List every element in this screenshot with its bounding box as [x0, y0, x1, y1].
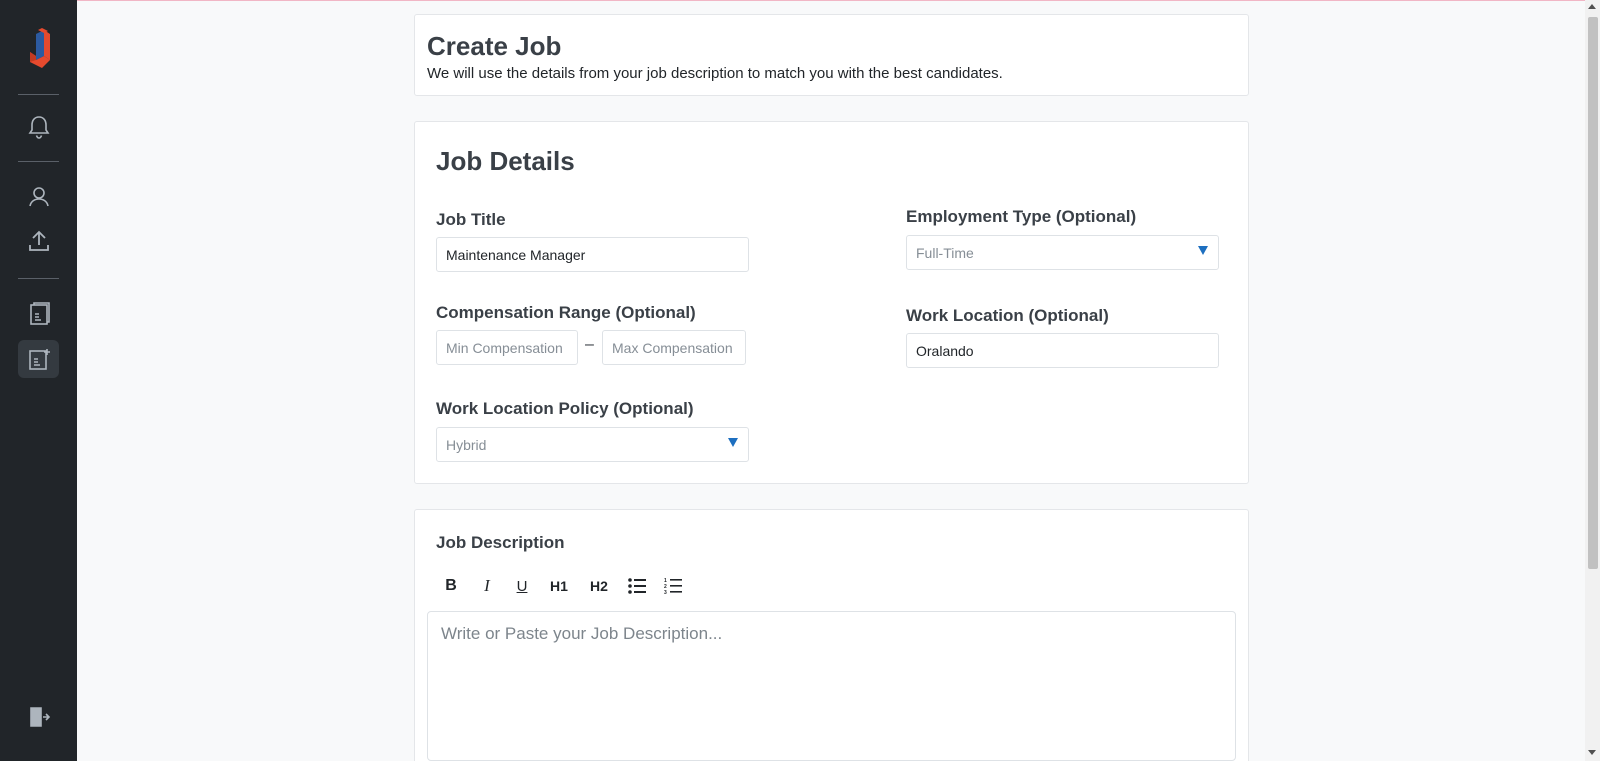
job-title-input[interactable]: Maintenance Manager	[436, 237, 749, 272]
work-location-policy-label: Work Location Policy (Optional)	[436, 399, 694, 418]
upload-icon	[28, 230, 49, 251]
heading1-button[interactable]: H1	[548, 575, 570, 597]
job-description-title: Job Description	[436, 533, 565, 552]
sidebar-item-candidates[interactable]	[18, 178, 59, 216]
numbered-list-button[interactable]: 1 2 3	[663, 575, 683, 597]
top-border	[0, 0, 1600, 1]
chevron-down-icon	[1198, 246, 1208, 255]
work-location-policy-select[interactable]: Hybrid	[436, 427, 749, 462]
work-location-input[interactable]: Oralando	[906, 333, 1219, 368]
employment-type-select[interactable]: Full-Time	[906, 235, 1219, 270]
compensation-range-label: Compensation Range (Optional)	[436, 303, 696, 322]
scroll-up-icon[interactable]	[1588, 4, 1596, 9]
sidebar-item-jobs[interactable]	[18, 295, 59, 333]
job-title-label: Job Title	[436, 210, 506, 229]
scroll-down-icon[interactable]	[1588, 750, 1596, 755]
svg-text:3: 3	[664, 590, 667, 595]
page-subtitle: We will use the details from your job de…	[427, 65, 1003, 82]
document-add-icon	[28, 349, 50, 370]
bold-button[interactable]: B	[441, 575, 461, 597]
bullet-list-button[interactable]	[627, 575, 647, 597]
max-compensation-input[interactable]: Max Compensation	[602, 330, 746, 365]
bell-icon	[28, 116, 49, 139]
employment-type-label: Employment Type (Optional)	[906, 207, 1137, 226]
heading2-button[interactable]: H2	[588, 575, 610, 597]
page-title: Create Job	[427, 31, 562, 61]
sidebar-separator	[18, 94, 59, 95]
job-details-title: Job Details	[436, 146, 575, 176]
sidebar-item-logout[interactable]	[18, 698, 59, 736]
sidebar-separator	[18, 278, 59, 279]
work-location-label: Work Location (Optional)	[906, 306, 1109, 325]
employment-type-value: Full-Time	[916, 244, 974, 261]
scrollbar-thumb[interactable]	[1588, 17, 1598, 569]
sidebar-item-notifications[interactable]	[18, 108, 59, 146]
sidebar-item-upload[interactable]	[18, 222, 59, 260]
editor-placeholder: Write or Paste your Job Description...	[441, 624, 723, 643]
user-icon	[28, 187, 49, 207]
bullet-list-icon	[628, 578, 646, 594]
work-location-policy-value: Hybrid	[446, 436, 487, 453]
underline-button[interactable]: U	[512, 575, 532, 597]
numbered-list-icon: 1 2 3	[664, 578, 682, 595]
sidebar-item-create-job[interactable]	[18, 340, 59, 378]
min-compensation-input[interactable]: Min Compensation	[436, 330, 578, 365]
sidebar	[0, 0, 77, 761]
sidebar-separator	[18, 161, 59, 162]
italic-button[interactable]: I	[477, 575, 497, 597]
compensation-separator: –	[585, 336, 594, 353]
header-card: Create Job We will use the details from …	[414, 14, 1249, 96]
chevron-down-icon	[728, 438, 738, 447]
app-logo[interactable]	[22, 26, 56, 72]
logout-icon	[29, 707, 50, 727]
job-description-editor[interactable]: Write or Paste your Job Description...	[427, 611, 1236, 761]
page-scrollbar[interactable]	[1585, 0, 1600, 761]
job-details-card: Job Details Job Title Maintenance Manage…	[414, 121, 1249, 484]
document-icon	[29, 302, 50, 325]
